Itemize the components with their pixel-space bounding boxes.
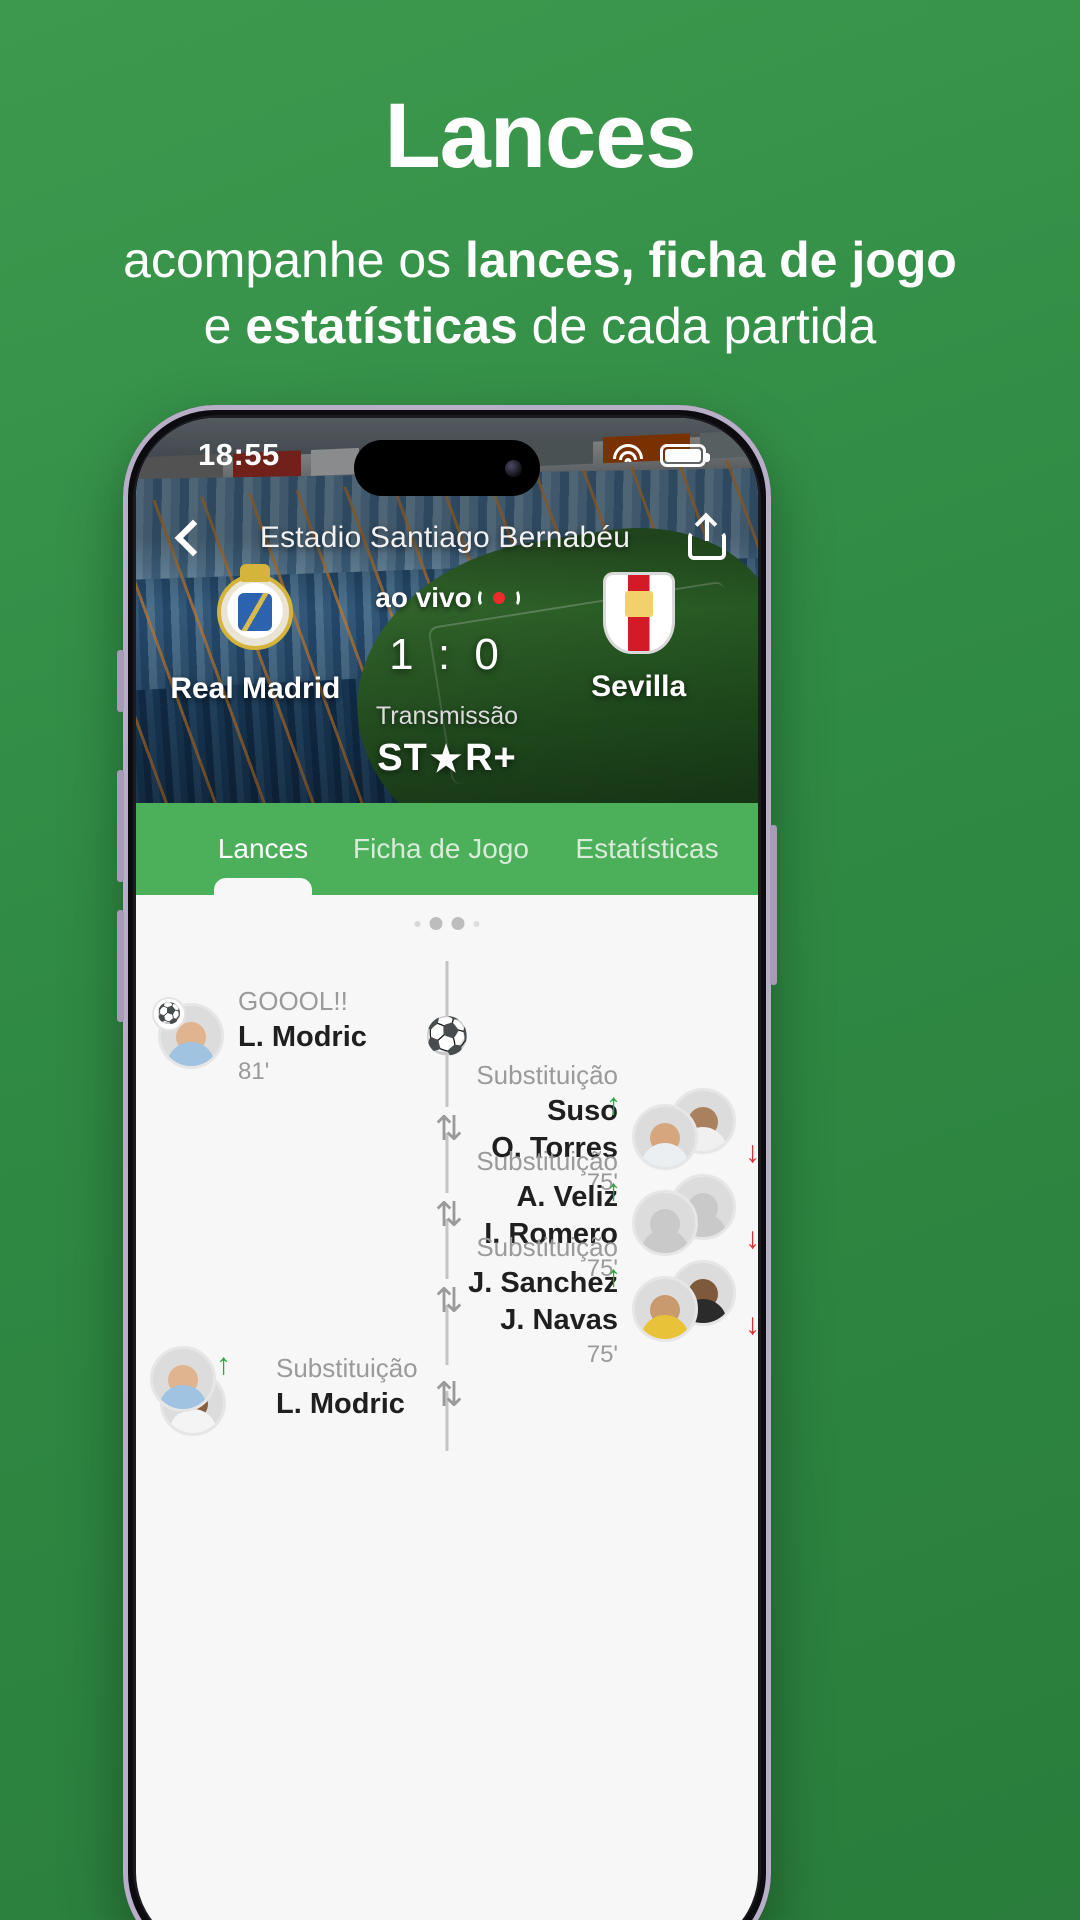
event-minute: 81' xyxy=(238,1057,270,1085)
arrow-down-icon: ↓ xyxy=(745,1308,758,1341)
promo-header: Lances acompanhe os lances, ficha de jog… xyxy=(0,0,1080,360)
event-type: GOOOL!! xyxy=(238,985,348,1016)
substitution-avatars: ↑ xyxy=(150,1346,262,1436)
scoreboard: Real Madrid ao vivo 1 : 0 Transmissão ST… xyxy=(136,568,758,780)
mute-switch[interactable] xyxy=(117,650,124,712)
event-type: Substituição xyxy=(276,1353,418,1384)
page-title: Lances xyxy=(384,85,696,187)
subtitle-line-2: e estatísticas de cada partida xyxy=(204,298,877,354)
substitution-icon: ⇅ xyxy=(434,1196,463,1234)
real-madrid-crest-icon xyxy=(216,574,294,660)
wifi-icon xyxy=(612,443,644,467)
event-player-out: J. Navas xyxy=(500,1304,618,1337)
power-button[interactable] xyxy=(770,825,777,985)
venue-name: Estadio Santiago Bernabéu xyxy=(259,521,631,554)
chevron-left-icon[interactable] xyxy=(168,521,202,555)
away-team: Sevilla xyxy=(545,568,732,704)
volume-up-button[interactable] xyxy=(117,770,124,882)
match-status-column: ao vivo 1 : 0 Transmissão ST ★ R+ xyxy=(349,568,546,780)
arrow-down-icon: ↓ xyxy=(745,1136,758,1169)
event-text: Substituição L. Modric xyxy=(276,1353,418,1421)
share-icon[interactable] xyxy=(688,516,726,560)
live-broadcast-icon xyxy=(477,585,520,611)
event-player-in: J. Sanchez xyxy=(468,1266,618,1299)
arrow-up-icon: ↑ xyxy=(216,1348,231,1381)
tab-chat[interactable]: Chat xyxy=(750,833,758,865)
tab-ficha-de-jogo[interactable]: Ficha de Jogo xyxy=(338,833,544,865)
subtitle-bold: estatísticas xyxy=(245,298,518,355)
tab-lances[interactable]: Lances xyxy=(188,833,338,865)
arrow-down-icon: ↓ xyxy=(745,1222,758,1255)
live-label: ao vivo xyxy=(375,582,472,613)
event-player: L. Modric xyxy=(238,1020,367,1053)
sevilla-crest-icon xyxy=(600,572,678,658)
star-icon: ★ xyxy=(429,737,464,779)
subtitle-text: e xyxy=(203,298,246,355)
event-type: Substituição xyxy=(476,1232,618,1263)
active-tab-indicator xyxy=(214,878,312,895)
event-type: Substituição xyxy=(476,1146,618,1177)
avatar-player-in xyxy=(150,1346,216,1412)
phone-mockup: 18:55 Estadio Santiago Bernabéu Real Mad… xyxy=(117,405,777,1920)
loading-dots-icon xyxy=(414,917,480,930)
arrow-up-icon: ↑ xyxy=(606,1260,621,1293)
battery-icon xyxy=(660,443,710,467)
match-timeline: ⚽ GOOOL!! L. Modric 81' ⚽ Substituição S… xyxy=(136,895,758,1497)
subtitle-text: acompanhe os xyxy=(123,231,466,288)
tab-estatisticas[interactable]: Estatísticas xyxy=(544,833,750,865)
match-hero: 18:55 Estadio Santiago Bernabéu Real Mad… xyxy=(136,418,758,803)
arrow-up-icon: ↑ xyxy=(606,1088,621,1121)
event-type: Substituição xyxy=(476,1060,618,1091)
event-player-in: Suso xyxy=(547,1094,618,1127)
dynamic-island xyxy=(354,440,540,496)
volume-down-button[interactable] xyxy=(117,910,124,1022)
substitution-avatars: ↑ ↓ xyxy=(606,1088,758,1170)
avatar-group: ⚽ xyxy=(152,997,224,1069)
event-player-in: L. Modric xyxy=(276,1387,405,1420)
promo-subtitle: acompanhe os lances, ficha de jogo e est… xyxy=(0,227,1080,360)
subtitle-line-1: acompanhe os lances, ficha de jogo xyxy=(123,232,957,288)
arrow-up-icon: ↑ xyxy=(606,1174,621,1207)
status-indicators xyxy=(612,443,710,467)
substitution-icon: ⇅ xyxy=(434,1110,463,1148)
event-text: GOOOL!! L. Modric 81' xyxy=(238,986,367,1086)
transmission-brand: ST ★ R+ xyxy=(349,737,546,780)
transmission-label: Transmissão xyxy=(375,702,519,730)
avatar-player-out xyxy=(632,1276,698,1342)
phone-screen: 18:55 Estadio Santiago Bernabéu Real Mad… xyxy=(136,418,758,1920)
status-time: 18:55 xyxy=(198,437,280,472)
brand-prefix: ST xyxy=(377,737,428,779)
home-team-name: Real Madrid xyxy=(170,672,341,705)
avatar-player-out xyxy=(632,1104,698,1170)
subtitle-bold: lances, ficha de jogo xyxy=(465,231,957,288)
soccer-ball-icon: ⚽ xyxy=(152,997,186,1031)
home-team: Real Madrid xyxy=(162,568,349,706)
substitution-icon: ⇅ xyxy=(434,1282,463,1320)
event-player-in: A. Veliz xyxy=(516,1180,618,1213)
avatar-player-out xyxy=(632,1190,698,1256)
brand-suffix: R+ xyxy=(465,737,517,779)
football-goal-icon: ⚽ xyxy=(424,1015,470,1056)
tab-bar: Lances Ficha de Jogo Estatísticas Chat xyxy=(136,803,758,895)
subtitle-text: de cada partida xyxy=(517,298,877,355)
front-camera-icon xyxy=(505,459,522,477)
match-score: 1 : 0 xyxy=(389,630,505,679)
away-team-name: Sevilla xyxy=(591,670,687,703)
live-status: ao vivo xyxy=(349,582,546,614)
substitution-avatars: ↑ ↓ xyxy=(606,1174,758,1256)
hero-navbar: Estadio Santiago Bernabéu xyxy=(136,506,758,570)
substitution-avatars: ↑ ↓ xyxy=(606,1260,758,1342)
substitution-icon: ⇅ xyxy=(434,1376,463,1414)
